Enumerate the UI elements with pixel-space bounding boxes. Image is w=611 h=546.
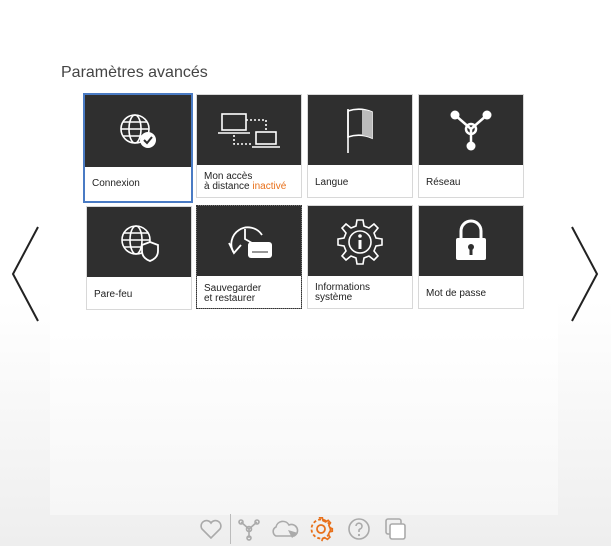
backup-restore-icon bbox=[228, 226, 272, 258]
globe-shield-icon bbox=[121, 225, 159, 262]
network-icon[interactable] bbox=[236, 516, 262, 542]
flag-icon bbox=[347, 108, 373, 153]
tile-password[interactable]: Mot de passe bbox=[418, 205, 524, 309]
tile-label: Connexion bbox=[92, 178, 140, 189]
windows-icon[interactable] bbox=[382, 516, 408, 542]
tile-system-info[interactable]: Informations système bbox=[307, 205, 413, 309]
tile-firewall[interactable]: Pare-feu bbox=[86, 206, 192, 310]
tile-label: Pare-feu bbox=[94, 289, 133, 300]
tile-label: Mot de passe bbox=[426, 288, 487, 299]
cloud-icon[interactable] bbox=[268, 516, 300, 542]
tile-remote-access[interactable]: Mon accès à distance inactivé bbox=[196, 94, 302, 198]
tile-label: Réseau bbox=[426, 177, 461, 188]
tile-label: Sauvegarder et restaurer bbox=[204, 283, 262, 304]
lock-icon bbox=[456, 219, 486, 260]
toolbar-separator bbox=[230, 514, 231, 544]
network-icon bbox=[450, 110, 492, 151]
gear-info-icon bbox=[337, 219, 383, 265]
previous-arrow[interactable] bbox=[10, 225, 42, 323]
panel-title: Paramètres avancés bbox=[61, 64, 208, 81]
help-icon[interactable] bbox=[346, 516, 372, 542]
next-arrow[interactable] bbox=[568, 225, 600, 323]
tile-label: Mon accès à distance inactivé bbox=[204, 171, 287, 192]
tile-label: Informations système bbox=[315, 282, 371, 303]
globe-check-icon bbox=[120, 114, 156, 148]
tile-backup-restore[interactable]: Sauvegarder et restaurer bbox=[196, 205, 302, 309]
tile-label: Langue bbox=[315, 177, 349, 188]
inactive-status: inactivé bbox=[252, 181, 287, 192]
tile-network[interactable]: Réseau bbox=[418, 94, 524, 198]
bottom-toolbar bbox=[196, 514, 416, 544]
tile-connexion[interactable]: Connexion bbox=[83, 93, 193, 203]
heart-icon[interactable] bbox=[198, 516, 224, 542]
gear-icon[interactable] bbox=[308, 516, 334, 542]
tile-language[interactable]: Langue bbox=[307, 94, 413, 198]
remote-computers-icon bbox=[218, 113, 280, 148]
